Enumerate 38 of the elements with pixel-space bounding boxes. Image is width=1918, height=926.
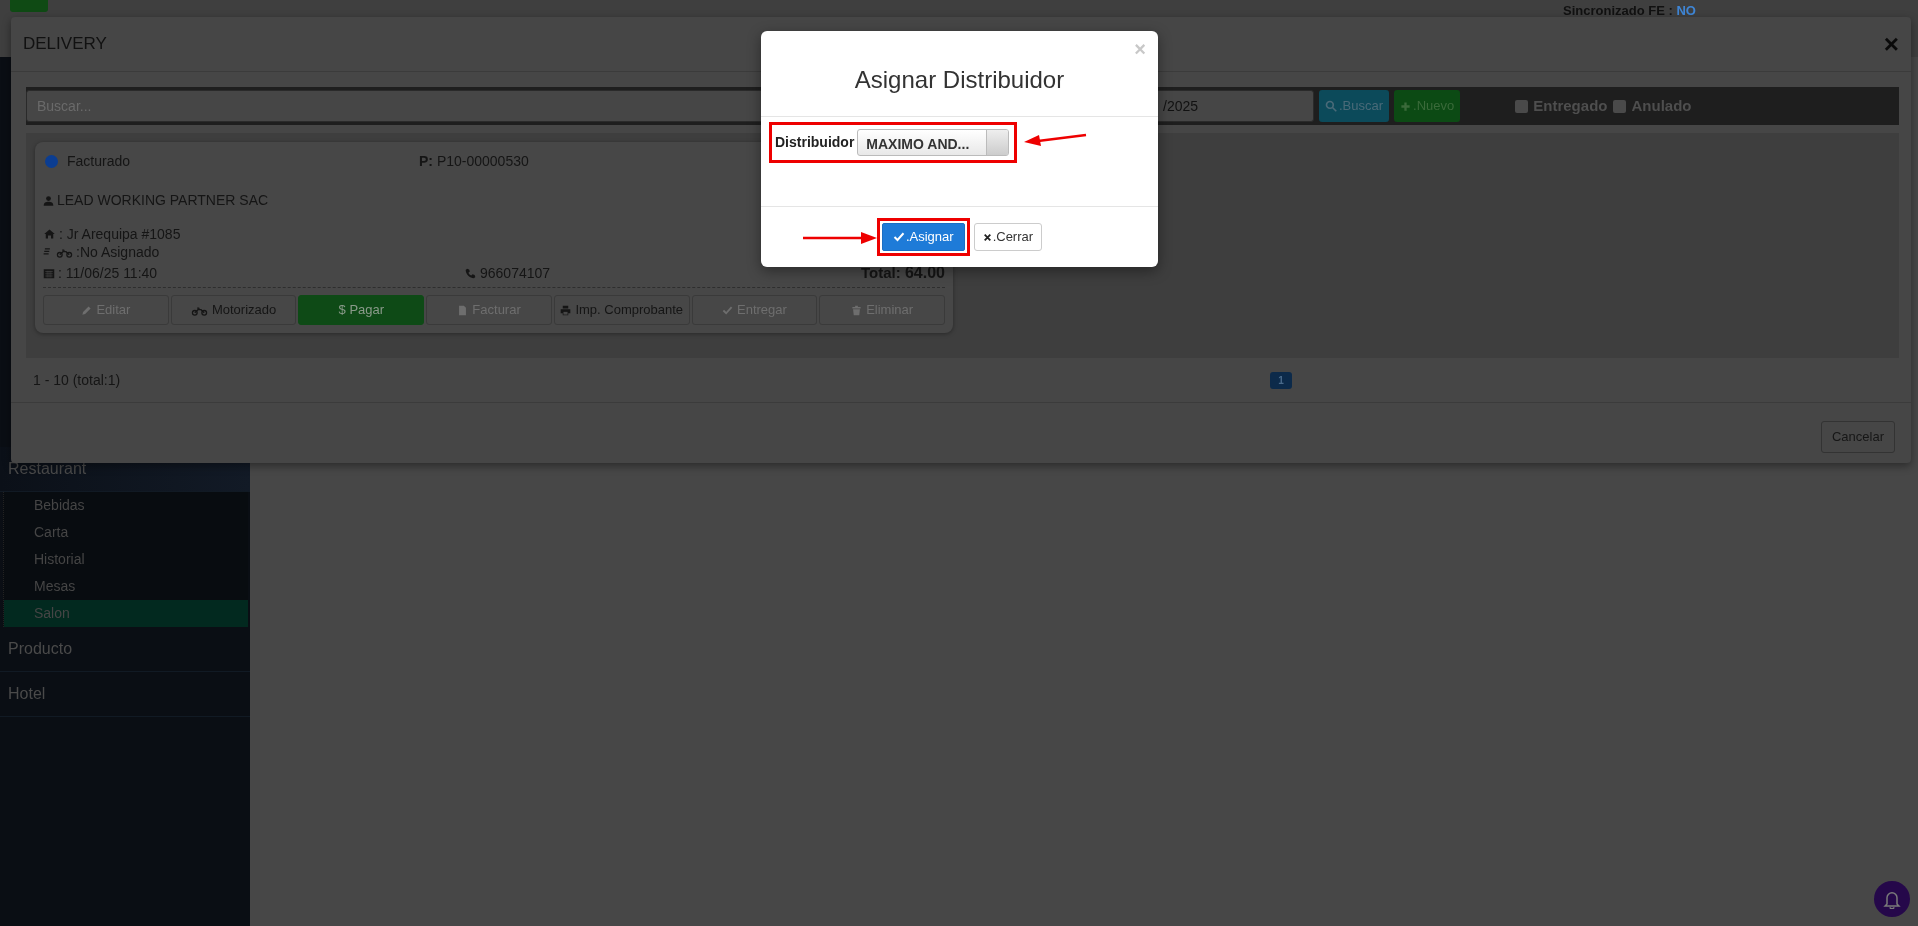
user-icon	[43, 194, 54, 207]
close-button[interactable]: ×	[1883, 31, 1899, 57]
assign-button[interactable]: .Asignar	[881, 223, 965, 251]
plus-icon	[1400, 100, 1412, 112]
field-label: Distribuidor	[775, 133, 855, 152]
motorbike-icon	[190, 304, 208, 316]
sidebar-item[interactable]: Producto	[0, 627, 250, 672]
app-logo[interactable]	[10, 0, 48, 12]
list-icon	[43, 246, 53, 258]
checkbox[interactable]	[1515, 99, 1529, 113]
close-button[interactable]: .Cerrar	[973, 223, 1043, 251]
pay-button[interactable]: $ Pagar	[298, 295, 425, 325]
sidebar-subitem[interactable]: Carta	[4, 519, 248, 546]
notification-button[interactable]	[1874, 881, 1910, 917]
page-button[interactable]: 1	[1270, 371, 1292, 389]
distributor-select[interactable]: MAXIMO AND...	[857, 129, 1009, 156]
close-icon	[982, 232, 992, 242]
motorbike-icon	[56, 246, 73, 258]
sidebar-subitem[interactable]: Historial	[4, 546, 248, 573]
search-button[interactable]: .Buscar	[1319, 90, 1390, 122]
file-icon	[457, 304, 469, 316]
phone-icon	[465, 267, 476, 279]
annotation-arrow	[1024, 133, 1088, 147]
sidebar-subitem[interactable]: Mesas	[4, 573, 248, 600]
bell-icon	[1882, 889, 1902, 909]
sidebar-item[interactable]: Hotel	[0, 672, 250, 717]
check-icon	[722, 304, 733, 316]
check-icon	[892, 231, 905, 243]
close-button[interactable]: ×	[1134, 39, 1146, 59]
home-icon	[43, 228, 56, 240]
search-icon	[1325, 100, 1337, 112]
checkbox[interactable]	[1613, 99, 1627, 113]
pencil-icon	[81, 304, 93, 316]
calendar-icon	[43, 267, 55, 279]
sidebar-subitem[interactable]: Bebidas	[4, 492, 248, 519]
trash-icon	[851, 304, 863, 316]
sidebar-subitem[interactable]: Salon	[4, 600, 248, 627]
printer-icon	[560, 304, 572, 316]
